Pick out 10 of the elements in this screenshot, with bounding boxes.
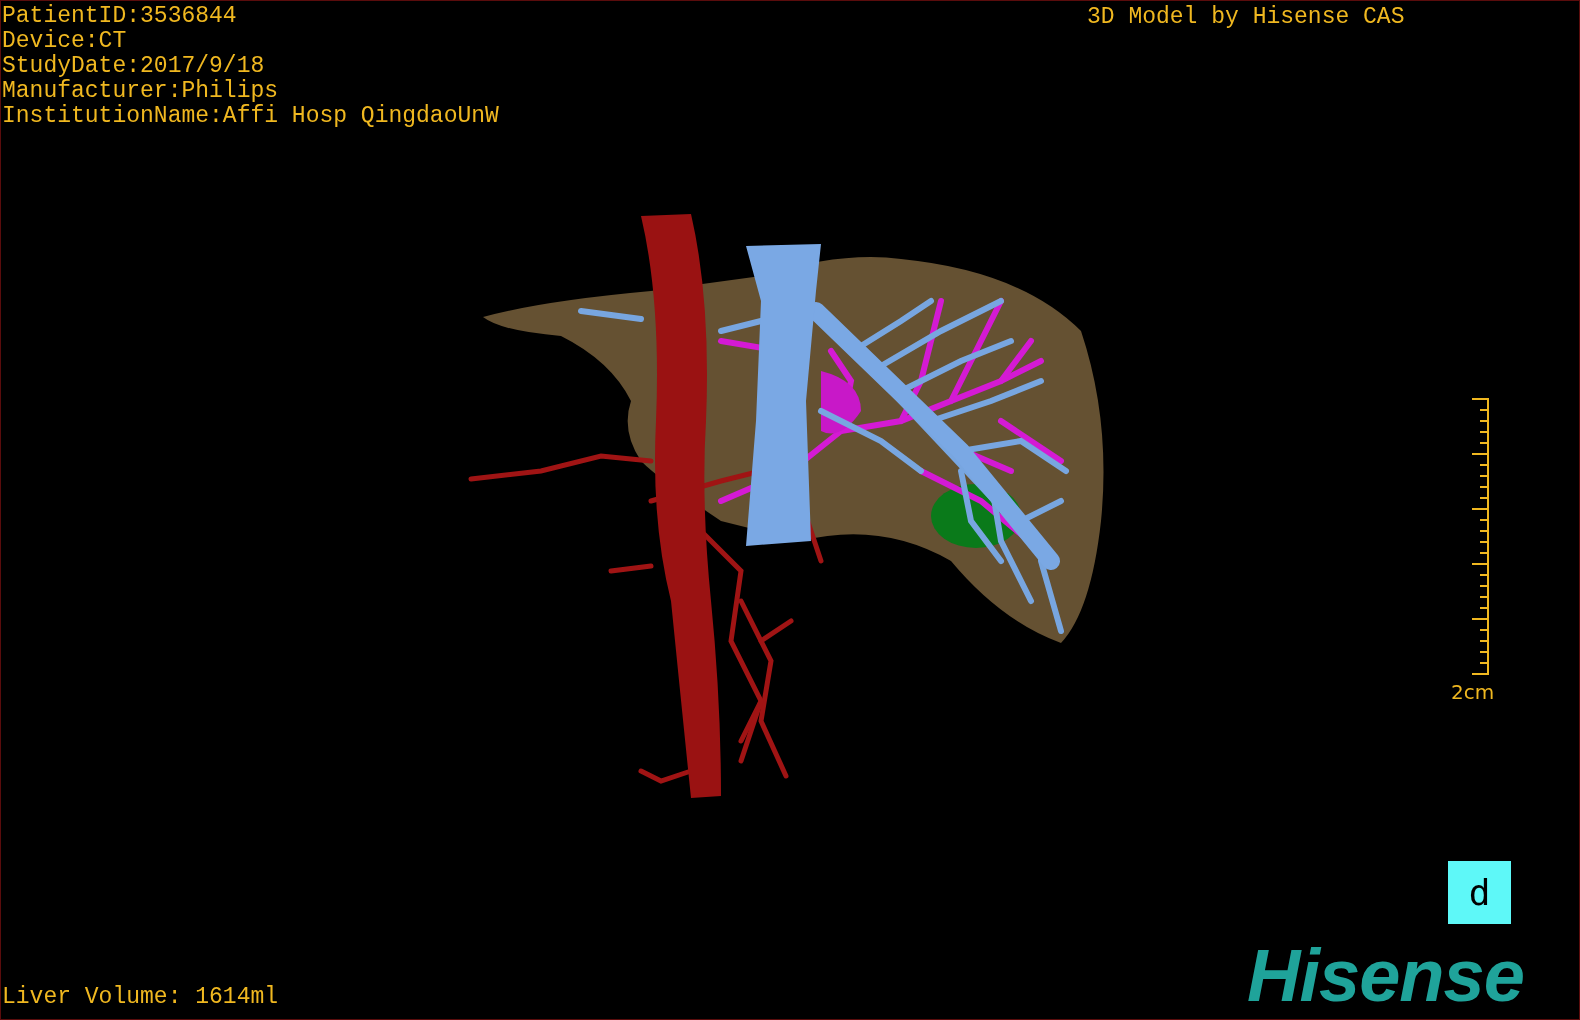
patient-info-text: InstitutionName:Affi Hosp QingdaoUnW — [2, 104, 499, 129]
caption-text: 3D Model by Hisense CAS — [1087, 5, 1405, 30]
patient-info-text: Manufacturer:Philips — [2, 79, 279, 104]
patient-info-text: StudyDate:2017/9/18 — [2, 54, 265, 79]
logo: Hisense — [1247, 939, 1524, 1013]
orientation-cube[interactable]: d — [1448, 861, 1511, 924]
liver-volume-text: Liver Volume: 1614ml — [2, 985, 279, 1010]
patient-info-text: Device:CT — [2, 29, 127, 54]
scale-label: 2cm — [1451, 680, 1495, 704]
patient-info-text: PatientID:3536844 — [2, 4, 237, 29]
